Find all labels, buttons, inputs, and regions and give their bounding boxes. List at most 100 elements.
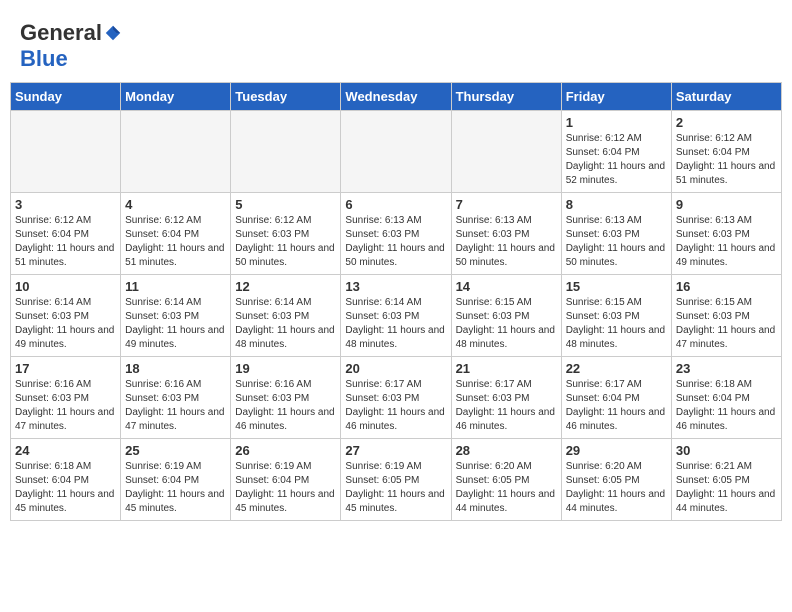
- calendar-cell: 22 Sunrise: 6:17 AMSunset: 6:04 PMDayligh…: [561, 357, 671, 439]
- calendar-cell: 24 Sunrise: 6:18 AMSunset: 6:04 PMDayligh…: [11, 439, 121, 521]
- calendar-cell: 26Sunrise: 6:19 AMSunset: 6:04 PMDayligh…: [231, 439, 341, 521]
- day-number: 8: [566, 197, 667, 212]
- calendar-cell: 13Sunrise: 6:14 AMSunset: 6:03 PMDayligh…: [341, 275, 451, 357]
- day-number: 7: [456, 197, 557, 212]
- calendar-table: SundayMondayTuesdayWednesdayThursdayFrid…: [10, 82, 782, 521]
- day-number: 4: [125, 197, 226, 212]
- calendar-cell: 11 Sunrise: 6:14 AMSunset: 6:03 PMDayligh…: [121, 275, 231, 357]
- day-number: 11: [125, 279, 226, 294]
- calendar-cell: [11, 111, 121, 193]
- day-info: Sunrise: 6:15 AMSunset: 6:03 PMDaylight:…: [676, 296, 777, 352]
- day-number: 18: [125, 361, 226, 376]
- day-number: 12: [235, 279, 336, 294]
- calendar-cell: 10 Sunrise: 6:14 AMSunset: 6:03 PMDayligh…: [11, 275, 121, 357]
- day-number: 5: [235, 197, 336, 212]
- day-number: 15: [566, 279, 667, 294]
- day-info: Sunrise: 6:12 AMSunset: 6:04 PMDaylight:…: [676, 132, 777, 188]
- day-number: 19: [235, 361, 336, 376]
- calendar-cell: 14 Sunrise: 6:15 AMSunset: 6:03 PMDayligh…: [451, 275, 561, 357]
- logo: General Blue: [20, 20, 122, 72]
- day-number: 6: [345, 197, 446, 212]
- day-number: 20: [345, 361, 446, 376]
- calendar-week-row: 17Sunrise: 6:16 AMSunset: 6:03 PMDayligh…: [11, 357, 782, 439]
- day-info: Sunrise: 6:20 AMSunset: 6:05 PMDaylight:…: [566, 460, 667, 516]
- day-info: Sunrise: 6:15 AMSunset: 6:03 PMDaylight:…: [456, 296, 557, 352]
- day-number: 1: [566, 115, 667, 130]
- day-number: 22: [566, 361, 667, 376]
- day-number: 9: [676, 197, 777, 212]
- calendar-cell: 16 Sunrise: 6:15 AMSunset: 6:03 PMDayligh…: [671, 275, 781, 357]
- calendar-cell: [341, 111, 451, 193]
- day-info: Sunrise: 6:12 AMSunset: 6:03 PMDaylight:…: [235, 214, 336, 270]
- day-info: Sunrise: 6:17 AMSunset: 6:04 PMDaylight:…: [566, 378, 667, 434]
- calendar-cell: 18 Sunrise: 6:16 AMSunset: 6:03 PMDayligh…: [121, 357, 231, 439]
- calendar-cell: 15 Sunrise: 6:15 AMSunset: 6:03 PMDayligh…: [561, 275, 671, 357]
- calendar-cell: [121, 111, 231, 193]
- calendar-cell: 23 Sunrise: 6:18 AMSunset: 6:04 PMDayligh…: [671, 357, 781, 439]
- day-info: Sunrise: 6:16 AMSunset: 6:03 PMDaylight:…: [125, 378, 226, 434]
- day-info: Sunrise: 6:14 AMSunset: 6:03 PMDaylight:…: [125, 296, 226, 352]
- day-info: Sunrise: 6:19 AMSunset: 6:04 PMDaylight:…: [125, 460, 226, 516]
- calendar-cell: 25 Sunrise: 6:19 AMSunset: 6:04 PMDayligh…: [121, 439, 231, 521]
- weekday-header-tuesday: Tuesday: [231, 83, 341, 111]
- day-info: Sunrise: 6:16 AMSunset: 6:03 PMDaylight:…: [15, 378, 116, 434]
- calendar-cell: 28 Sunrise: 6:20 AMSunset: 6:05 PMDayligh…: [451, 439, 561, 521]
- day-info: Sunrise: 6:17 AMSunset: 6:03 PMDaylight:…: [345, 378, 446, 434]
- day-number: 26: [235, 443, 336, 458]
- day-info: Sunrise: 6:18 AMSunset: 6:04 PMDaylight:…: [676, 378, 777, 434]
- day-number: 10: [15, 279, 116, 294]
- weekday-header-sunday: Sunday: [11, 83, 121, 111]
- day-info: Sunrise: 6:18 AMSunset: 6:04 PMDaylight:…: [15, 460, 116, 516]
- day-info: Sunrise: 6:14 AMSunset: 6:03 PMDaylight:…: [15, 296, 116, 352]
- day-number: 24: [15, 443, 116, 458]
- day-info: Sunrise: 6:15 AMSunset: 6:03 PMDaylight:…: [566, 296, 667, 352]
- weekday-header-wednesday: Wednesday: [341, 83, 451, 111]
- day-number: 23: [676, 361, 777, 376]
- calendar-cell: 29 Sunrise: 6:20 AMSunset: 6:05 PMDayligh…: [561, 439, 671, 521]
- day-number: 25: [125, 443, 226, 458]
- calendar-cell: 27 Sunrise: 6:19 AMSunset: 6:05 PMDayligh…: [341, 439, 451, 521]
- calendar-cell: 21Sunrise: 6:17 AMSunset: 6:03 PMDayligh…: [451, 357, 561, 439]
- calendar-cell: 2 Sunrise: 6:12 AMSunset: 6:04 PMDaylight…: [671, 111, 781, 193]
- calendar-cell: 30 Sunrise: 6:21 AMSunset: 6:05 PMDayligh…: [671, 439, 781, 521]
- day-info: Sunrise: 6:13 AMSunset: 6:03 PMDaylight:…: [456, 214, 557, 270]
- calendar-cell: 6 Sunrise: 6:13 AMSunset: 6:03 PMDaylight…: [341, 193, 451, 275]
- day-number: 16: [676, 279, 777, 294]
- day-number: 27: [345, 443, 446, 458]
- day-info: Sunrise: 6:13 AMSunset: 6:03 PMDaylight:…: [676, 214, 777, 270]
- day-number: 29: [566, 443, 667, 458]
- calendar-week-row: 24 Sunrise: 6:18 AMSunset: 6:04 PMDayligh…: [11, 439, 782, 521]
- day-number: 30: [676, 443, 777, 458]
- calendar-header-row: SundayMondayTuesdayWednesdayThursdayFrid…: [11, 83, 782, 111]
- day-info: Sunrise: 6:16 AMSunset: 6:03 PMDaylight:…: [235, 378, 336, 434]
- weekday-header-saturday: Saturday: [671, 83, 781, 111]
- day-info: Sunrise: 6:12 AMSunset: 6:04 PMDaylight:…: [15, 214, 116, 270]
- calendar-cell: 8Sunrise: 6:13 AMSunset: 6:03 PMDaylight…: [561, 193, 671, 275]
- calendar-week-row: 1 Sunrise: 6:12 AMSunset: 6:04 PMDaylight…: [11, 111, 782, 193]
- logo-blue-text: Blue: [20, 46, 68, 72]
- calendar-cell: [451, 111, 561, 193]
- calendar-cell: 4 Sunrise: 6:12 AMSunset: 6:04 PMDaylight…: [121, 193, 231, 275]
- calendar-cell: 9 Sunrise: 6:13 AMSunset: 6:03 PMDaylight…: [671, 193, 781, 275]
- weekday-header-monday: Monday: [121, 83, 231, 111]
- day-info: Sunrise: 6:19 AMSunset: 6:05 PMDaylight:…: [345, 460, 446, 516]
- calendar-cell: 17Sunrise: 6:16 AMSunset: 6:03 PMDayligh…: [11, 357, 121, 439]
- day-number: 3: [15, 197, 116, 212]
- weekday-header-thursday: Thursday: [451, 83, 561, 111]
- day-info: Sunrise: 6:21 AMSunset: 6:05 PMDaylight:…: [676, 460, 777, 516]
- day-info: Sunrise: 6:17 AMSunset: 6:03 PMDaylight:…: [456, 378, 557, 434]
- calendar-cell: 12Sunrise: 6:14 AMSunset: 6:03 PMDayligh…: [231, 275, 341, 357]
- calendar-week-row: 10 Sunrise: 6:14 AMSunset: 6:03 PMDayligh…: [11, 275, 782, 357]
- calendar-cell: 3 Sunrise: 6:12 AMSunset: 6:04 PMDaylight…: [11, 193, 121, 275]
- day-info: Sunrise: 6:20 AMSunset: 6:05 PMDaylight:…: [456, 460, 557, 516]
- calendar-cell: 5 Sunrise: 6:12 AMSunset: 6:03 PMDaylight…: [231, 193, 341, 275]
- day-info: Sunrise: 6:12 AMSunset: 6:04 PMDaylight:…: [566, 132, 667, 188]
- day-number: 28: [456, 443, 557, 458]
- day-info: Sunrise: 6:14 AMSunset: 6:03 PMDaylight:…: [345, 296, 446, 352]
- calendar-week-row: 3 Sunrise: 6:12 AMSunset: 6:04 PMDaylight…: [11, 193, 782, 275]
- day-number: 14: [456, 279, 557, 294]
- day-info: Sunrise: 6:12 AMSunset: 6:04 PMDaylight:…: [125, 214, 226, 270]
- logo-general-text: General: [20, 20, 102, 46]
- day-number: 2: [676, 115, 777, 130]
- day-info: Sunrise: 6:13 AMSunset: 6:03 PMDaylight:…: [345, 214, 446, 270]
